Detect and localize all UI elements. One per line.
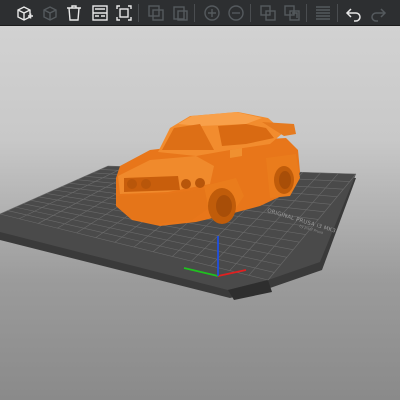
delete-button[interactable] [38, 1, 62, 25]
remove-instance-button[interactable] [224, 1, 248, 25]
paste-icon [173, 6, 188, 21]
layers-icon [316, 6, 330, 20]
arrange-icon [92, 5, 108, 21]
top-toolbar [0, 0, 400, 26]
3d-viewport[interactable]: ORIGINAL PRUSA i3 MK3 by Josef Prusa [0, 26, 400, 400]
headlight-right-inner [181, 179, 191, 189]
arrange-selection-icon [116, 5, 132, 21]
delete-all-button[interactable] [62, 1, 86, 25]
headlight-right [195, 178, 205, 188]
add-button[interactable] [12, 1, 36, 25]
front-wheel-rim [216, 195, 232, 217]
copy-icon [148, 5, 164, 21]
split-objects-icon [260, 5, 276, 21]
arrange-button[interactable] [88, 1, 112, 25]
scene-canvas[interactable] [0, 26, 400, 400]
add-object-icon [17, 6, 33, 21]
plus-circle-icon [204, 5, 220, 21]
toolbar-separator [306, 4, 307, 22]
toolbar-separator [250, 4, 251, 22]
split-parts-icon [284, 5, 300, 21]
toolbar-separator [337, 4, 338, 22]
undo-button[interactable] [342, 1, 366, 25]
add-instance-button[interactable] [200, 1, 224, 25]
redo-button[interactable] [366, 1, 390, 25]
rear-wheel-rim [279, 171, 291, 189]
trash-icon [67, 5, 81, 21]
arrange-selection-button[interactable] [112, 1, 136, 25]
redo-icon [371, 8, 387, 22]
headlight-left-inner [141, 179, 151, 189]
split-parts-button[interactable] [280, 1, 304, 25]
paste-button[interactable] [168, 1, 192, 25]
undo-icon [345, 8, 361, 22]
copy-button[interactable] [144, 1, 168, 25]
split-objects-button[interactable] [256, 1, 280, 25]
delete-icon [43, 6, 57, 21]
headlight-left [127, 179, 137, 189]
toolbar-separator [194, 4, 195, 22]
minus-circle-icon [228, 5, 244, 21]
toolbar-separator [138, 4, 139, 22]
layers-editing-button[interactable] [311, 1, 335, 25]
